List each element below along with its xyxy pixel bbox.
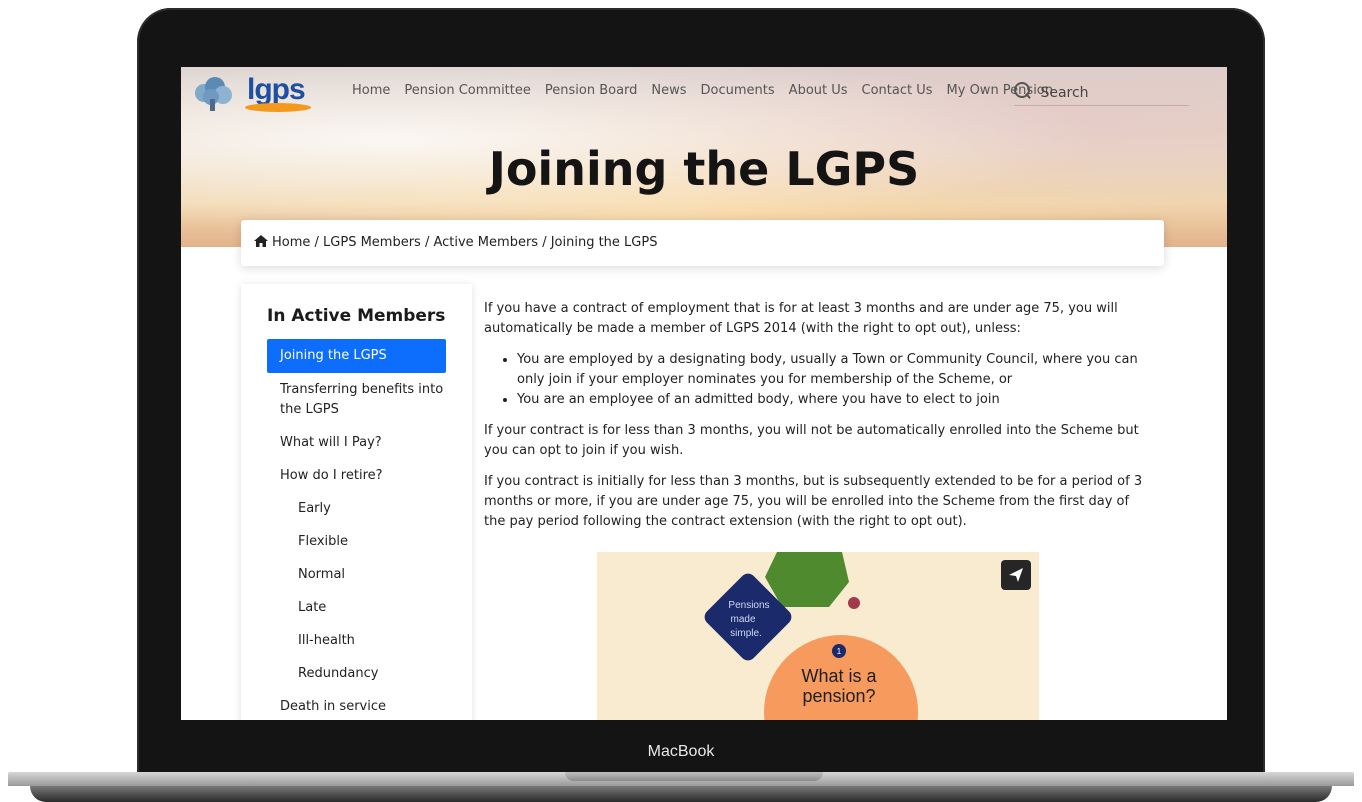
browser-screen: lgps Home Pension Committee Pension Boar…: [181, 67, 1227, 720]
badge-line-1: Pensions: [728, 600, 769, 611]
breadcrumb-text[interactable]: Home / LGPS Members / Active Members / J…: [272, 235, 657, 250]
dot: [848, 597, 860, 609]
main-content: If you have a contract of employment tha…: [484, 299, 1154, 543]
headline-line-2: pension?: [802, 686, 875, 706]
laptop-base-bottom: [30, 786, 1332, 802]
badge-line-3: simple.: [730, 628, 762, 639]
search-field[interactable]: Search: [1014, 81, 1189, 106]
laptop-notch: [565, 772, 823, 781]
headline-line-1: What is a: [801, 666, 877, 686]
sidebar-item-death-in-service[interactable]: Death in service: [267, 697, 446, 717]
green-shape: [765, 552, 849, 607]
sidebar-item-joining[interactable]: Joining the LGPS: [267, 339, 446, 373]
sidebar-item-flexible[interactable]: Flexible: [267, 532, 446, 552]
share-button[interactable]: [1001, 560, 1031, 590]
sidebar-item-normal[interactable]: Normal: [267, 565, 446, 585]
nav-contact-us[interactable]: Contact Us: [862, 83, 933, 98]
nav-pension-committee[interactable]: Pension Committee: [404, 83, 530, 98]
content-bullet-list: You are employed by a designating body, …: [484, 350, 1154, 410]
nav-menu: Home Pension Committee Pension Board New…: [352, 83, 1067, 98]
search-icon[interactable]: [1014, 82, 1030, 98]
home-icon[interactable]: [254, 235, 268, 247]
sidebar-item-transferring[interactable]: Transferring benefits into the LGPS: [267, 380, 446, 420]
step-number: 1: [837, 647, 842, 656]
nav-news[interactable]: News: [651, 83, 686, 98]
top-navigation: lgps Home Pension Committee Pension Boar…: [181, 67, 1227, 117]
badge-line-2: made: [730, 614, 755, 625]
nav-about-us[interactable]: About Us: [789, 83, 848, 98]
sidebar-item-late[interactable]: Late: [267, 598, 446, 618]
sidebar-item-ill-health[interactable]: Ill-health: [267, 631, 446, 651]
device-label: MacBook: [647, 743, 715, 760]
video-embed[interactable]: Pensions made simple. 1 What is a pensio…: [597, 552, 1039, 720]
content-bullet: You are employed by a designating body, …: [517, 350, 1154, 390]
sidebar-title: In Active Members: [267, 306, 446, 326]
sidebar-item-how-do-i-retire[interactable]: How do I retire?: [267, 466, 446, 486]
sidebar: In Active Members Joining the LGPS Trans…: [241, 284, 472, 720]
page-title: Joining the LGPS: [488, 142, 920, 196]
sidebar-item-early[interactable]: Early: [267, 499, 446, 519]
video-thumbnail: Pensions made simple. 1 What is a pensio…: [704, 552, 918, 720]
sidebar-item-redundancy[interactable]: Redundancy: [267, 664, 446, 684]
breadcrumb: Home / LGPS Members / Active Members / J…: [241, 220, 1164, 266]
brand-logo-text[interactable]: lgps: [247, 73, 306, 107]
nav-home[interactable]: Home: [352, 83, 390, 98]
content-intro: If you have a contract of employment tha…: [484, 301, 1118, 336]
content-paragraph: If your contract is for less than 3 mont…: [484, 423, 1139, 458]
sidebar-item-what-will-i-pay[interactable]: What will I Pay?: [267, 433, 446, 453]
content-bullet: You are an employee of an admitted body,…: [517, 390, 1154, 410]
nav-pension-board[interactable]: Pension Board: [545, 83, 638, 98]
search-label: Search: [1040, 85, 1089, 101]
content-paragraph: If you contract is initially for less th…: [484, 474, 1143, 529]
logo-swoosh: [245, 103, 311, 112]
tree-logo-icon[interactable]: [191, 75, 235, 111]
send-icon: [1009, 568, 1023, 582]
nav-documents[interactable]: Documents: [701, 83, 775, 98]
